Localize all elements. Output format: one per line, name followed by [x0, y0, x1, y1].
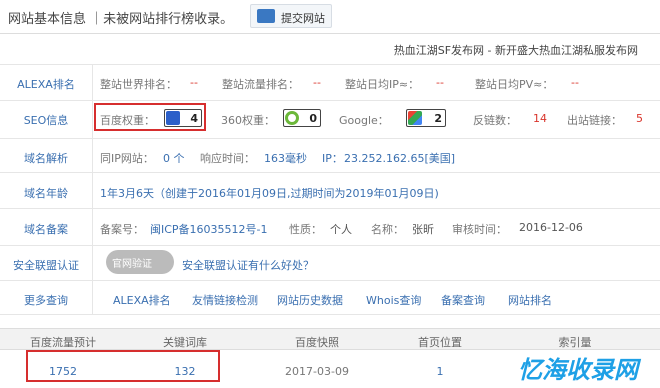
backlinks-label: 反链数： [473, 114, 517, 127]
daily-ip-value: -- [436, 76, 444, 89]
row-label-age: 域名年龄 [24, 187, 68, 200]
link-alexa-rank[interactable]: ALEXA排名 [113, 292, 171, 308]
row-label-more: 更多查询 [24, 294, 68, 307]
chart-icon [257, 9, 275, 23]
ip-value[interactable]: 23.252.162.65[美国] [344, 150, 455, 166]
icp-name-label: 名称： [371, 223, 404, 236]
divider [92, 64, 93, 314]
highlight-box [26, 350, 220, 382]
domain-age-value: 1年3月6天（创建于2016年01月09日,过期时间为2019年01月09日) [100, 187, 439, 200]
link-icp-query[interactable]: 备案查询 [441, 292, 485, 308]
so360-weight-badge[interactable]: 0 [283, 109, 321, 127]
row-label-alexa: ALEXA排名 [17, 78, 75, 91]
stats-snapshot-value: 2017-03-09 [285, 365, 349, 378]
link-site-rank[interactable]: 网站排名 [508, 292, 552, 308]
highlight-box [94, 103, 206, 131]
so360-weight-label: 360权重： [221, 114, 275, 127]
row-label-seo: SEO信息 [23, 114, 69, 127]
icp-name-value: 张昕 [412, 223, 434, 236]
security-badge-text: 官网验证 [112, 259, 152, 270]
link-whois[interactable]: Whois查询 [366, 292, 421, 308]
row-label-security: 安全联盟认证 [13, 259, 79, 272]
stats-header: 百度流量预计 关键词库 百度快照 首页位置 索引量 [0, 328, 660, 350]
outlinks-label: 出站链接： [567, 114, 622, 127]
so360-weight-value: 0 [309, 112, 317, 125]
stats-header-snapshot: 百度快照 [295, 336, 339, 349]
divider [0, 245, 660, 246]
stats-header-traffic: 百度流量预计 [30, 336, 96, 349]
divider [0, 138, 660, 139]
link-site-history[interactable]: 网站历史数据 [277, 292, 343, 308]
daily-pv-value: -- [571, 76, 579, 89]
stats-header-index: 索引量 [558, 336, 592, 349]
daily-ip-label: 整站日均IP≈： [345, 78, 420, 91]
same-ip-label: 同IP网站： [100, 152, 154, 165]
site-title: 热血江湖SF发布网 - 新开盛大热血江湖私服发布网 [393, 44, 638, 57]
submit-site-label: 提交网站 [281, 12, 325, 25]
divider [0, 64, 660, 65]
google-pr-label: Google： [339, 114, 389, 127]
icp-no-value[interactable]: 闽ICP备16035512号-1 [150, 221, 268, 237]
outlinks-value: 5 [636, 112, 643, 125]
world-rank-label: 整站世界排名： [100, 78, 177, 91]
stats-home-position-value: 1 [436, 365, 444, 378]
security-verified-badge[interactable]: 官网验证 [106, 250, 174, 274]
divider [0, 314, 660, 315]
watermark: 忆海收录网 [518, 356, 638, 384]
divider [0, 280, 660, 281]
icp-type-value: 个人 [330, 223, 352, 236]
divider [0, 172, 660, 173]
google-pr-badge[interactable]: 2 [406, 109, 446, 127]
response-time-label: 响应时间： [200, 152, 255, 165]
stats-header-home-position: 首页位置 [418, 336, 462, 349]
world-rank-value: -- [190, 76, 198, 89]
so360-icon [285, 111, 299, 125]
backlinks-value: 14 [533, 112, 547, 125]
top-bar: 网站基本信息 ｜未被网站排行榜收录。 提交网站 [0, 0, 660, 34]
traffic-rank-value: -- [313, 76, 321, 89]
security-info-link[interactable]: 安全联盟认证有什么好处？ [182, 257, 314, 273]
google-icon [408, 111, 422, 125]
icp-date-label: 审核时间： [452, 223, 507, 236]
icp-no-label: 备案号： [100, 223, 144, 236]
response-time-value: 163毫秒 [264, 152, 307, 165]
submit-site-button[interactable]: 提交网站 [250, 4, 332, 28]
traffic-rank-label: 整站流量排名： [222, 78, 299, 91]
daily-pv-label: 整站日均PV≈： [475, 78, 554, 91]
row-label-dns: 域名解析 [24, 152, 68, 165]
divider [0, 100, 660, 101]
link-friend-links[interactable]: 友情链接检测 [192, 292, 258, 308]
section-title: 网站基本信息 ｜未被网站排行榜收录。 [8, 12, 234, 27]
google-pr-value: 2 [434, 112, 442, 125]
stats-header-keywords: 关键词库 [163, 336, 207, 349]
icp-type-label: 性质： [289, 223, 322, 236]
divider [0, 208, 660, 209]
row-label-icp: 域名备案 [24, 223, 68, 236]
same-ip-value[interactable]: 0 个 [163, 150, 185, 166]
icp-date-value: 2016-12-06 [519, 221, 583, 234]
ip-label: IP： [322, 152, 343, 165]
